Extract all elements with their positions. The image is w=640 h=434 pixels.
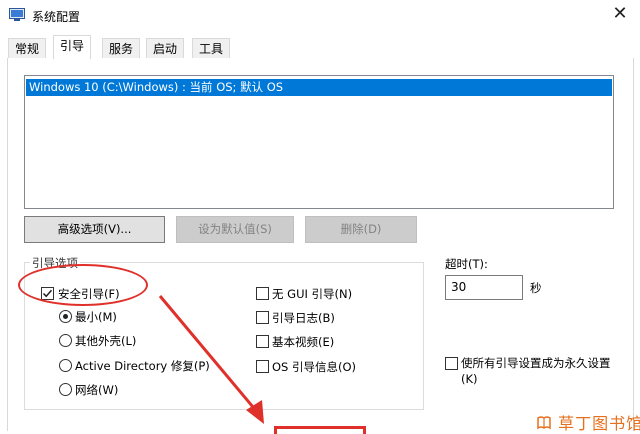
alternate-shell-label: 其他外壳(L) bbox=[75, 334, 137, 348]
make-permanent-shortcut: (K) bbox=[461, 372, 478, 386]
tab-boot[interactable]: 引导 bbox=[53, 35, 92, 59]
base-video-checkbox[interactable] bbox=[256, 335, 269, 348]
title-bar bbox=[0, 0, 640, 32]
annotation-box bbox=[274, 426, 366, 434]
boot-log-checkbox[interactable] bbox=[256, 311, 269, 324]
os-listbox[interactable]: Windows 10 (C:\Windows) : 当前 OS; 默认 OS bbox=[24, 75, 614, 209]
window-title: 系统配置 bbox=[32, 10, 81, 24]
timeout-input[interactable]: 30 bbox=[445, 275, 523, 300]
minimal-radio[interactable] bbox=[59, 310, 72, 323]
advanced-options-button[interactable]: 高级选项(V)... bbox=[24, 216, 165, 243]
system-config-icon bbox=[9, 8, 25, 21]
timeout-unit: 秒 bbox=[530, 281, 542, 295]
timeout-label: 超时(T): bbox=[445, 257, 488, 271]
os-list-item[interactable]: Windows 10 (C:\Windows) : 当前 OS; 默认 OS bbox=[26, 79, 612, 96]
tab-startup[interactable]: 启动 bbox=[146, 38, 185, 59]
make-permanent-label: 使所有引导设置成为永久设置 bbox=[461, 356, 611, 370]
network-label: 网络(W) bbox=[75, 383, 119, 397]
make-permanent-checkbox[interactable] bbox=[445, 357, 458, 370]
close-button[interactable]: ✕ bbox=[600, 0, 640, 28]
no-gui-boot-checkbox[interactable] bbox=[256, 287, 269, 300]
tab-general[interactable]: 常规 bbox=[8, 38, 47, 59]
watermark: 草丁图书馆 bbox=[536, 410, 640, 434]
tab-tools[interactable]: 工具 bbox=[192, 38, 231, 59]
alternate-shell-radio[interactable] bbox=[59, 334, 72, 347]
ad-repair-label: Active Directory 修复(P) bbox=[75, 359, 210, 373]
boot-log-label: 引导日志(B) bbox=[272, 311, 335, 325]
annotation-circle bbox=[18, 264, 148, 306]
set-default-button[interactable]: 设为默认值(S) bbox=[176, 216, 294, 243]
watermark-text: 草丁图书馆 bbox=[558, 414, 640, 433]
base-video-label: 基本视频(E) bbox=[272, 335, 335, 349]
delete-button[interactable]: 删除(D) bbox=[305, 216, 417, 243]
ad-repair-radio[interactable] bbox=[59, 359, 72, 372]
os-boot-info-label: OS 引导信息(O) bbox=[272, 360, 357, 374]
network-radio[interactable] bbox=[59, 383, 72, 396]
minimal-label: 最小(M) bbox=[75, 310, 117, 324]
book-logo-icon bbox=[537, 416, 551, 430]
no-gui-boot-label: 无 GUI 引导(N) bbox=[272, 287, 353, 301]
tab-services[interactable]: 服务 bbox=[102, 38, 141, 59]
os-boot-info-checkbox[interactable] bbox=[256, 360, 269, 373]
